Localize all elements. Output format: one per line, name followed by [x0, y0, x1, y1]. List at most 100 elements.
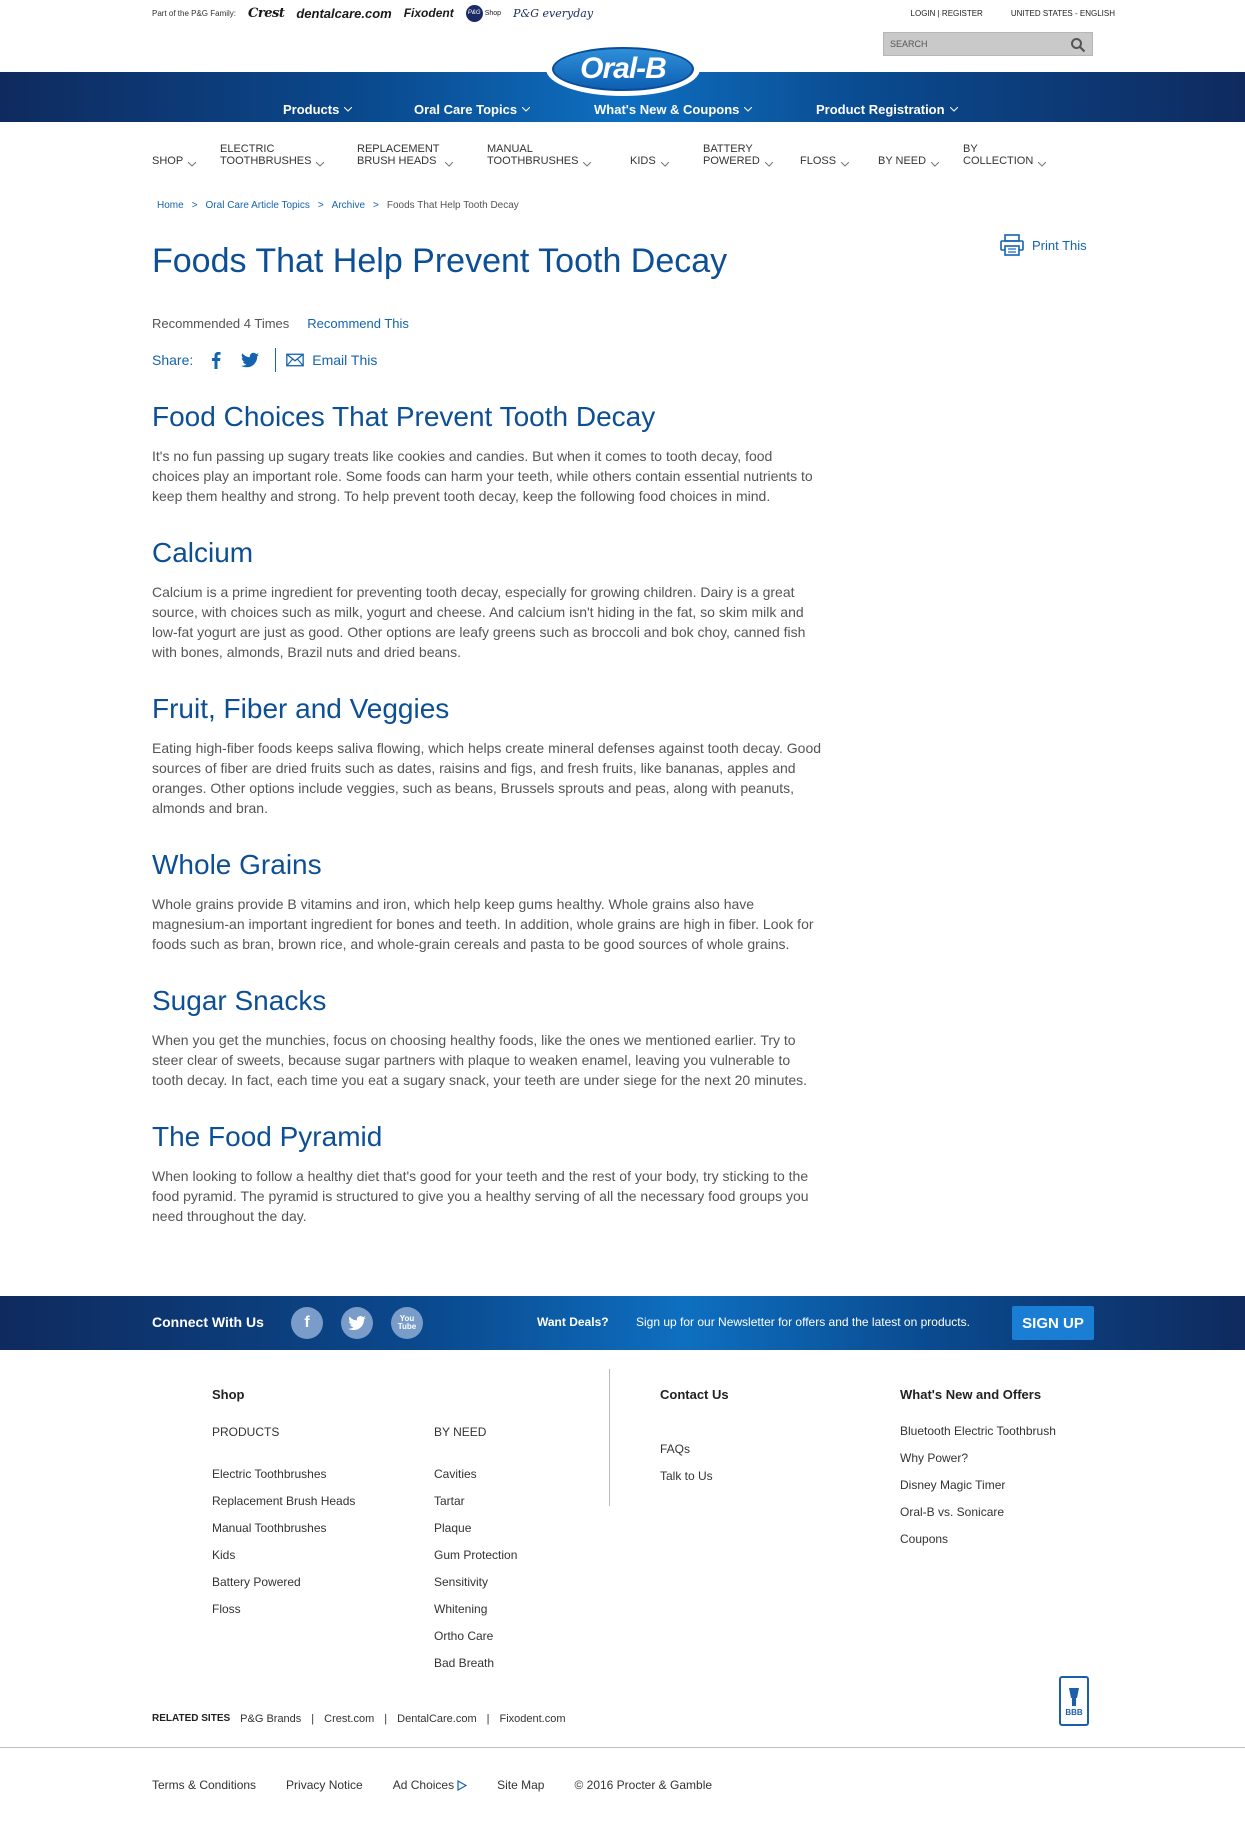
footer-link[interactable]: Talk to Us	[660, 1469, 729, 1483]
nav-products[interactable]: Products	[283, 102, 353, 117]
recommend-count: Recommended 4 Times	[152, 316, 290, 331]
chevron-down-icon	[841, 162, 850, 167]
chevron-down-icon	[931, 162, 940, 167]
dentalcare-link[interactable]: dentalcare.com	[296, 6, 391, 21]
chevron-down-icon	[1038, 162, 1047, 167]
footer-link[interactable]: Bluetooth Electric Toothbrush	[900, 1424, 1056, 1438]
subnav-electric-toothbrushes[interactable]: ELECTRIC TOOTHBRUSHES	[220, 143, 325, 167]
subnav-by-need[interactable]: BY NEED	[878, 155, 940, 167]
breadcrumb-archive[interactable]: Archive	[332, 200, 365, 211]
login-register-link[interactable]: LOGIN | REGISTER	[911, 9, 983, 18]
breadcrumb-home[interactable]: Home	[157, 200, 184, 211]
footer-rule	[0, 1747, 1245, 1748]
subnav-replacement-label: REPLACEMENT BRUSH HEADS	[357, 143, 440, 167]
related-link[interactable]: P&G Brands	[240, 1713, 301, 1725]
related-link[interactable]: Fixodent.com	[499, 1713, 565, 1725]
subnav-floss[interactable]: FLOSS	[800, 155, 850, 167]
footer-link[interactable]: Why Power?	[900, 1451, 1056, 1465]
related-link[interactable]: Crest.com	[324, 1713, 374, 1725]
footer-link[interactable]: Kids	[212, 1548, 355, 1562]
chevron-down-icon	[344, 107, 353, 112]
crest-link[interactable]: Crest	[248, 6, 285, 21]
breadcrumb-separator: >	[317, 200, 324, 211]
footer-link[interactable]: Disney Magic Timer	[900, 1478, 1056, 1492]
twitter-icon[interactable]	[341, 1307, 373, 1339]
oral-b-logo[interactable]: Oral-B	[548, 44, 698, 94]
nav-oral-care-topics[interactable]: Oral Care Topics	[414, 102, 531, 117]
subnav-kids-label: KIDS	[630, 155, 656, 167]
subnav-kids[interactable]: KIDS	[630, 155, 669, 167]
youtube-icon[interactable]: You Tube	[391, 1307, 423, 1339]
locale-selector[interactable]: UNITED STATES - ENGLISH	[1011, 9, 1115, 18]
section-heading: Food Choices That Prevent Tooth Decay	[152, 401, 656, 432]
facebook-icon[interactable]: f	[291, 1307, 323, 1339]
share-divider	[275, 348, 277, 372]
breadcrumb-oral-care-topics[interactable]: Oral Care Article Topics	[206, 200, 310, 211]
recommend-link[interactable]: Recommend This	[307, 316, 409, 331]
pg-shop-link[interactable]: P&G Shop	[465, 4, 501, 22]
related-sites-label: RELATED SITES	[152, 1713, 231, 1724]
pg-everyday-link[interactable]: P&G everyday	[513, 7, 593, 20]
chevron-down-icon	[583, 162, 592, 167]
footer-link[interactable]: Bad Breath	[434, 1656, 517, 1670]
footer-link[interactable]: Oral-B vs. Sonicare	[900, 1505, 1056, 1519]
footer-link[interactable]: Electric Toothbrushes	[212, 1467, 355, 1481]
privacy-link[interactable]: Privacy Notice	[286, 1778, 363, 1792]
ad-choices-link[interactable]: Ad Choices	[393, 1778, 468, 1792]
subnav-shop[interactable]: SHOP	[152, 155, 197, 167]
footer-by-need-label: BY NEED	[434, 1425, 487, 1439]
footer-link[interactable]: Gum Protection	[434, 1548, 517, 1562]
subnav-battery-powered[interactable]: BATTERY POWERED	[703, 143, 773, 167]
chevron-down-icon	[660, 162, 669, 167]
bbb-accredited-badge[interactable]: BBB	[1059, 1676, 1089, 1726]
chevron-down-icon	[744, 107, 753, 112]
terms-link[interactable]: Terms & Conditions	[152, 1778, 256, 1792]
search-box	[883, 32, 1093, 56]
twitter-share-icon[interactable]	[241, 351, 260, 369]
section-paragraph: It's no fun passing up sugary treats lik…	[152, 448, 813, 504]
footer-link[interactable]: Cavities	[434, 1467, 517, 1481]
search-input[interactable]	[884, 33, 1064, 55]
subnav-manual-toothbrushes[interactable]: MANUAL TOOTHBRUSHES	[487, 143, 592, 167]
email-this-link[interactable]: Email This	[312, 352, 377, 368]
footer-link[interactable]: Sensitivity	[434, 1575, 517, 1589]
footer-link[interactable]: FAQs	[660, 1442, 729, 1456]
printer-icon	[1000, 234, 1024, 256]
footer-by-need-list: BY NEED Cavities Tartar Plaque Gum Prote…	[434, 1425, 517, 1683]
fixodent-link[interactable]: Fixodent	[404, 6, 454, 20]
related-separator: |	[311, 1713, 315, 1725]
nav-product-registration[interactable]: Product Registration	[816, 102, 958, 117]
footer-link[interactable]: Battery Powered	[212, 1575, 355, 1589]
subnav-replacement-brush-heads[interactable]: REPLACEMENT BRUSH HEADS	[357, 143, 453, 167]
oral-b-logo-text: Oral-B	[552, 47, 694, 91]
chevron-down-icon	[444, 162, 453, 167]
subnav-floss-label: FLOSS	[800, 155, 837, 167]
related-link[interactable]: DentalCare.com	[397, 1713, 476, 1725]
footer-link[interactable]: Floss	[212, 1602, 355, 1616]
footer-divider	[609, 1369, 610, 1506]
footer-products-list: PRODUCTS Electric Toothbrushes Replaceme…	[212, 1425, 355, 1629]
footer-link[interactable]: Replacement Brush Heads	[212, 1494, 355, 1508]
search-icon[interactable]	[1070, 37, 1086, 53]
page-title: Foods That Help Prevent Tooth Decay	[152, 242, 728, 280]
email-icon[interactable]	[286, 351, 305, 369]
footer-link[interactable]: Ortho Care	[434, 1629, 517, 1643]
sign-up-button[interactable]: SIGN UP	[1012, 1306, 1094, 1340]
nav-whats-new[interactable]: What's New & Coupons	[594, 102, 753, 117]
subnav-by-collection[interactable]: BY COLLECTION	[963, 143, 1047, 167]
related-separator: |	[486, 1713, 490, 1725]
facebook-share-icon[interactable]	[207, 351, 225, 369]
footer-link[interactable]: Whitening	[434, 1602, 517, 1616]
recommend-row: Recommended 4 Times Recommend This	[152, 316, 409, 331]
subnav-battery-label: BATTERY POWERED	[703, 143, 760, 167]
footer-link[interactable]: Plaque	[434, 1521, 517, 1535]
section-heading: Whole Grains	[152, 849, 322, 880]
footer-link[interactable]: Tartar	[434, 1494, 517, 1508]
footer-products-label: PRODUCTS	[212, 1425, 280, 1439]
newsletter-text: Sign up for our Newsletter for offers an…	[636, 1315, 970, 1329]
print-button[interactable]: Print This	[1000, 234, 1087, 256]
site-map-link[interactable]: Site Map	[497, 1778, 544, 1792]
footer-link[interactable]: Manual Toothbrushes	[212, 1521, 355, 1535]
footer-contact-column: Contact Us FAQs Talk to Us	[660, 1387, 729, 1496]
footer-link[interactable]: Coupons	[900, 1532, 1056, 1546]
